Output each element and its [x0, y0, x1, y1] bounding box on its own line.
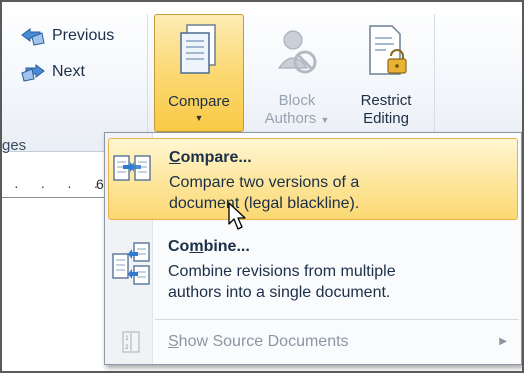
compare-button-label: Compare — [168, 93, 230, 110]
menu-item-combine-text: Combine... Combine revisions from multip… — [154, 228, 396, 314]
combine-icon — [112, 242, 150, 285]
ribbon-separator — [434, 14, 435, 134]
accelerator-key: S — [168, 333, 179, 350]
menu-item-combine-desc: Combine revisions from multiple authors … — [168, 261, 396, 303]
compare-button[interactable]: Compare ▼ — [154, 14, 244, 132]
menu-item-combine-desc-line2: authors into a single document. — [168, 284, 391, 301]
block-authors-label-line1: Block — [278, 92, 316, 109]
group-label: ges — [2, 137, 27, 154]
dropdown-arrow-icon: ▼ — [194, 113, 204, 123]
block-authors-label-row: Authors ▼ — [265, 110, 330, 129]
menu-item-compare-title: Compare... — [169, 149, 359, 167]
review-ribbon: Previous Next ges Compare ▼ Block Author… — [2, 2, 522, 154]
accelerator-key: C — [169, 149, 181, 166]
restrict-editing-label-line1: Restrict — [360, 92, 412, 109]
menu-item-combine-title-pre: Co — [168, 238, 190, 255]
menu-item-combine-title-rest: bine... — [203, 238, 250, 255]
block-authors-label-line2: Authors — [264, 110, 317, 127]
menu-item-compare-desc-line2: document (legal blackline). — [169, 195, 360, 212]
show-source-documents-icon: 1 2 — [122, 331, 140, 353]
block-authors-icon — [277, 30, 317, 74]
menu-item-compare-desc-line1: Compare two versions of a — [169, 174, 360, 191]
dropdown-arrow-icon: ▼ — [320, 115, 330, 125]
compare-icon — [113, 155, 151, 181]
menu-divider — [155, 319, 519, 320]
restrict-editing-button[interactable]: Restrict Editing — [344, 14, 428, 132]
menu-item-combine[interactable]: Combine... Combine revisions from multip… — [108, 228, 518, 314]
previous-icon — [21, 28, 45, 46]
window-frame: Previous Next ges Compare ▼ Block Author… — [0, 0, 524, 373]
submenu-arrow-icon: ▶ — [499, 336, 507, 347]
show-source-documents-label-rest: how Source Documents — [178, 333, 349, 350]
accelerator-key: m — [189, 238, 204, 255]
ribbon-separator — [147, 14, 148, 134]
compare-document-icon — [180, 24, 216, 74]
show-source-icon-wrap: 1 2 — [108, 331, 154, 353]
mouse-pointer-icon — [228, 202, 246, 230]
next-button[interactable]: Next — [20, 60, 85, 84]
next-icon — [21, 64, 45, 82]
menu-item-compare-desc: Compare two versions of a document (lega… — [169, 172, 359, 214]
restrict-editing-label-line2: Editing — [363, 110, 409, 127]
next-label: Next — [52, 63, 85, 80]
menu-item-compare-text: Compare... Compare two versions of a doc… — [155, 139, 359, 219]
menu-item-compare-title-rest: ompare... — [180, 149, 252, 166]
menu-item-combine-title: Combine... — [168, 238, 396, 256]
previous-label: Previous — [52, 27, 115, 44]
show-source-documents-label: Show Source Documents — [154, 333, 349, 351]
compare-icon-wrap — [109, 139, 155, 219]
ruler-ticks: · · · · — [14, 178, 108, 194]
block-authors-button[interactable]: Block Authors ▼ — [254, 14, 340, 132]
restrict-editing-lock-icon — [369, 25, 407, 75]
svg-text:1: 1 — [125, 335, 129, 342]
compare-dropdown-menu: Compare... Compare two versions of a doc… — [104, 132, 522, 365]
menu-item-show-source-documents[interactable]: 1 2 Show Source Documents — [108, 325, 518, 359]
ruler-number: 6 — [96, 176, 104, 192]
previous-button[interactable]: Previous — [20, 24, 114, 48]
menu-item-compare[interactable]: Compare... Compare two versions of a doc… — [108, 138, 518, 220]
menu-item-combine-desc-line1: Combine revisions from multiple — [168, 263, 396, 280]
combine-icon-wrap — [108, 228, 154, 314]
svg-text:2: 2 — [125, 344, 129, 351]
